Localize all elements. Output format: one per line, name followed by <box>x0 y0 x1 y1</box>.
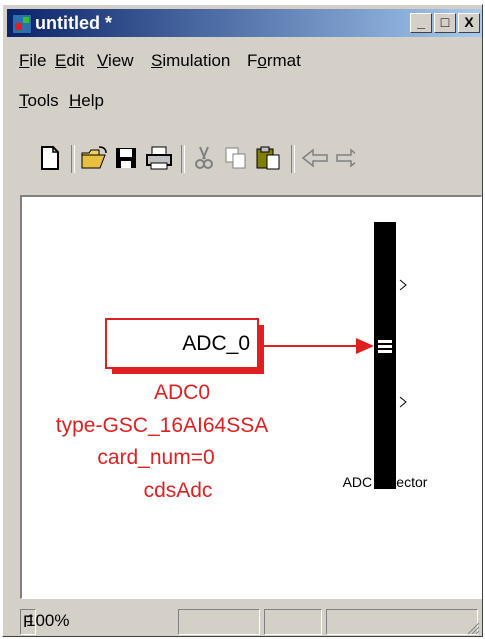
minimize-button[interactable]: _ <box>410 13 432 33</box>
adc-selector-label: ADC Selector <box>343 474 428 490</box>
status-bar: F 100% <box>20 605 482 639</box>
menu-file[interactable]: File <box>19 51 46 71</box>
status-cell-2 <box>178 609 260 635</box>
simulink-window: untitled * _ □ X File Edit View Simulati… <box>2 4 483 637</box>
adc-selector-block[interactable] <box>374 222 396 489</box>
menu-view[interactable]: View <box>97 51 134 71</box>
annotation-line-2: type-GSC_16AI64SSA <box>56 414 268 437</box>
model-icon <box>12 14 32 34</box>
menu-format[interactable]: Format <box>247 51 301 71</box>
maximize-button[interactable]: □ <box>434 13 456 33</box>
status-cell-4 <box>326 609 478 635</box>
zoom-level: 100% <box>26 611 70 630</box>
output-port-1 <box>399 279 407 291</box>
cut-icon[interactable] <box>191 145 217 171</box>
menu-help[interactable]: Help <box>69 91 104 111</box>
paste-icon[interactable] <box>255 145 281 171</box>
output-port-2 <box>399 396 407 408</box>
menu-tools[interactable]: Tools <box>19 91 59 111</box>
open-folder-icon[interactable] <box>81 145 107 171</box>
annotation-line-3: card_num=0 <box>97 446 214 469</box>
title-bar[interactable]: untitled * _ □ X <box>7 9 482 37</box>
resize-grip-icon[interactable] <box>466 621 480 635</box>
print-icon[interactable] <box>145 145 172 171</box>
annotation-line-1: ADC0 <box>154 381 210 404</box>
menu-edit[interactable]: Edit <box>55 51 84 71</box>
save-icon[interactable] <box>113 145 139 171</box>
forward-arrow-icon[interactable] <box>335 145 355 171</box>
adc-block-text: ADC_0 <box>182 332 250 355</box>
window-title: untitled * <box>35 13 112 33</box>
annotation-line-4: cdsAdc <box>144 479 213 502</box>
copy-icon[interactable] <box>223 145 249 171</box>
toolbar <box>7 131 482 185</box>
signal-arrow <box>356 338 374 354</box>
menu-simulation[interactable]: Simulation <box>151 51 230 71</box>
close-button[interactable]: X <box>458 13 480 33</box>
status-cell-3 <box>264 609 322 635</box>
model-canvas[interactable]: ADC_0 ADC Selector ADC0 type-GSC_16AI64S… <box>20 195 482 599</box>
block-diagram: ADC_0 ADC Selector ADC0 type-GSC_16AI64S… <box>56 222 428 502</box>
back-arrow-icon[interactable] <box>301 145 328 171</box>
new-document-icon[interactable] <box>37 145 63 171</box>
